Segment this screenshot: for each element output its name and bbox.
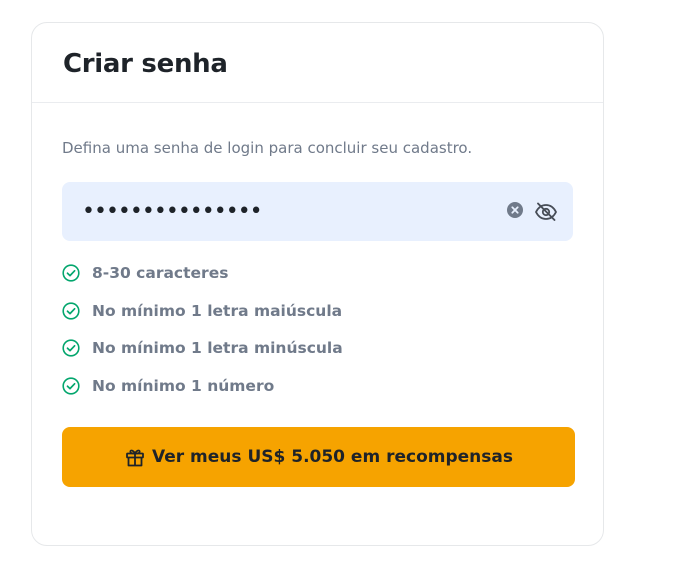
check-circle-icon [62,339,80,357]
rule-label: 8-30 caracteres [92,264,229,282]
card-body: Defina uma senha de login para concluir … [32,138,603,396]
check-circle-icon [62,264,80,282]
password-rule-uppercase: No mínimo 1 letra maiúscula [62,301,573,321]
create-password-card: Criar senha Defina uma senha de login pa… [31,22,604,546]
rule-label: No mínimo 1 número [92,376,275,395]
gift-icon [124,446,146,468]
rule-label: No mínimo 1 letra maiúscula [92,301,343,320]
password-value[interactable]: ••••••••••••••• [82,182,263,241]
view-rewards-label: Ver meus US$ 5.050 em recompensas [152,447,513,467]
card-header: Criar senha [32,23,603,103]
password-rule-lowercase: No mínimo 1 letra minúscula [62,338,573,358]
form-subtitle: Defina uma senha de login para concluir … [62,139,473,157]
password-input[interactable]: ••••••••••••••• [62,182,573,241]
password-rules-list: 8-30 caracteres No mínimo 1 letra maiúsc… [62,263,573,396]
clear-circle-icon[interactable] [507,202,523,218]
check-circle-icon [62,301,80,320]
eye-off-icon[interactable] [534,200,558,224]
password-rule-number: No mínimo 1 número [62,376,573,396]
view-rewards-button[interactable]: Ver meus US$ 5.050 em recompensas [62,427,575,487]
password-rule-length: 8-30 caracteres [62,263,573,283]
rule-label: No mínimo 1 letra minúscula [92,339,343,357]
page-title: Criar senha [63,49,228,79]
check-circle-icon [62,376,80,395]
